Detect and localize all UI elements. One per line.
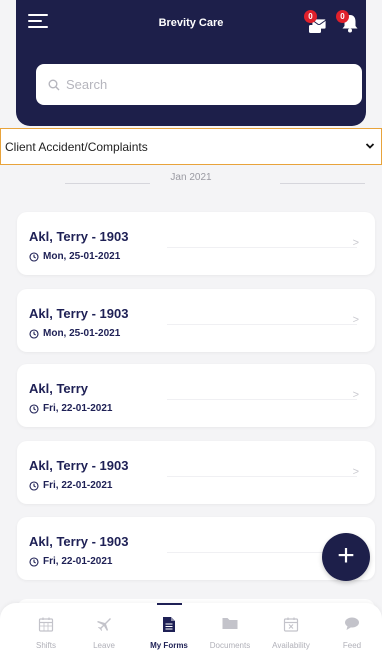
bottom-tab-bar: Shifts Leave My Forms Documents Availabi… xyxy=(0,603,382,657)
form-card[interactable]: Akl, Terry - 1903 Fri, 22-01-2021 xyxy=(17,517,375,580)
clock-icon xyxy=(29,328,39,339)
form-card-date-row: Fri, 22-01-2021 xyxy=(29,403,113,414)
card-divider xyxy=(167,399,357,400)
form-card[interactable]: Akl, Terry - 1903 Fri, 22-01-2021 > xyxy=(17,441,375,504)
tab-documents[interactable]: Documents xyxy=(203,603,257,657)
form-card-date-row: Mon, 25-01-2021 xyxy=(29,328,120,339)
clock-icon xyxy=(29,403,39,414)
search-input[interactable] xyxy=(66,77,326,92)
folder-icon xyxy=(222,618,238,629)
tab-label: Feed xyxy=(342,641,362,650)
search-icon xyxy=(48,79,60,90)
form-card-date-row: Mon, 25-01-2021 xyxy=(29,251,120,262)
document-icon xyxy=(163,617,175,632)
tab-my-forms[interactable]: My Forms xyxy=(142,603,196,657)
messages-badge: 0 xyxy=(304,10,317,23)
chevron-right-icon: > xyxy=(352,237,359,249)
clock-icon xyxy=(29,251,39,262)
tab-availability[interactable]: Availability xyxy=(264,603,318,657)
card-divider xyxy=(167,247,357,248)
form-type-selected-value: Client Accident/Complaints xyxy=(5,139,148,154)
form-card-client-name: Akl, Terry - 1903 xyxy=(29,458,129,473)
form-card-client-name: Akl, Terry - 1903 xyxy=(29,306,129,321)
clock-icon xyxy=(29,480,39,491)
chevron-down-icon xyxy=(365,143,375,149)
month-divider-right xyxy=(280,183,365,184)
form-card[interactable]: Akl, Terry - 1903 Mon, 25-01-2021 > xyxy=(17,289,375,352)
form-type-select[interactable]: Client Accident/Complaints xyxy=(0,128,382,165)
chevron-right-icon: > xyxy=(352,314,359,326)
tab-label: My Forms xyxy=(150,641,188,650)
notifications-bell-icon[interactable]: 0 xyxy=(336,10,362,34)
month-divider-left xyxy=(65,183,150,184)
app-header: Brevity Care 0 0 xyxy=(16,0,366,126)
messages-icon[interactable]: 0 xyxy=(304,10,330,34)
form-card-date: Fri, 22-01-2021 xyxy=(43,480,113,491)
form-card-client-name: Akl, Terry xyxy=(29,381,89,396)
plane-icon xyxy=(97,618,111,631)
form-card[interactable]: Akl, Terry Fri, 22-01-2021 > xyxy=(17,364,375,427)
chat-icon xyxy=(345,617,359,630)
chevron-right-icon: > xyxy=(352,466,359,478)
tab-leave[interactable]: Leave xyxy=(77,603,131,657)
tab-label: Leave xyxy=(93,641,115,650)
calendar-icon xyxy=(38,617,54,632)
form-card-client-name: Akl, Terry - 1903 xyxy=(29,534,129,549)
search-bar xyxy=(36,64,362,105)
card-divider xyxy=(167,324,357,325)
form-card-date-row: Fri, 22-01-2021 xyxy=(29,480,113,491)
notifications-badge: 0 xyxy=(336,10,349,23)
form-card-date: Fri, 22-01-2021 xyxy=(43,556,113,567)
tab-label: Shifts xyxy=(35,641,56,650)
form-card-date: Mon, 25-01-2021 xyxy=(43,328,121,339)
clock-icon xyxy=(29,556,39,567)
form-card-client-name: Akl, Terry - 1903 xyxy=(29,229,129,244)
form-card-date: Mon, 25-01-2021 xyxy=(43,251,121,262)
add-form-button[interactable]: + xyxy=(322,533,370,581)
form-card-date-row: Fri, 22-01-2021 xyxy=(29,556,113,567)
tab-label: Availability xyxy=(272,641,310,650)
chevron-right-icon: > xyxy=(352,389,359,401)
card-divider xyxy=(167,476,357,477)
calendar-x-icon xyxy=(283,617,299,632)
tab-label: Documents xyxy=(209,641,251,650)
form-card[interactable]: Akl, Terry - 1903 Mon, 25-01-2021 > xyxy=(17,212,375,275)
month-separator: Jan 2021 xyxy=(170,172,212,183)
form-card-date: Fri, 22-01-2021 xyxy=(43,403,113,414)
tab-shifts[interactable]: Shifts xyxy=(19,603,73,657)
tab-feed[interactable]: Feed xyxy=(325,603,379,657)
active-tab-indicator xyxy=(157,603,182,605)
